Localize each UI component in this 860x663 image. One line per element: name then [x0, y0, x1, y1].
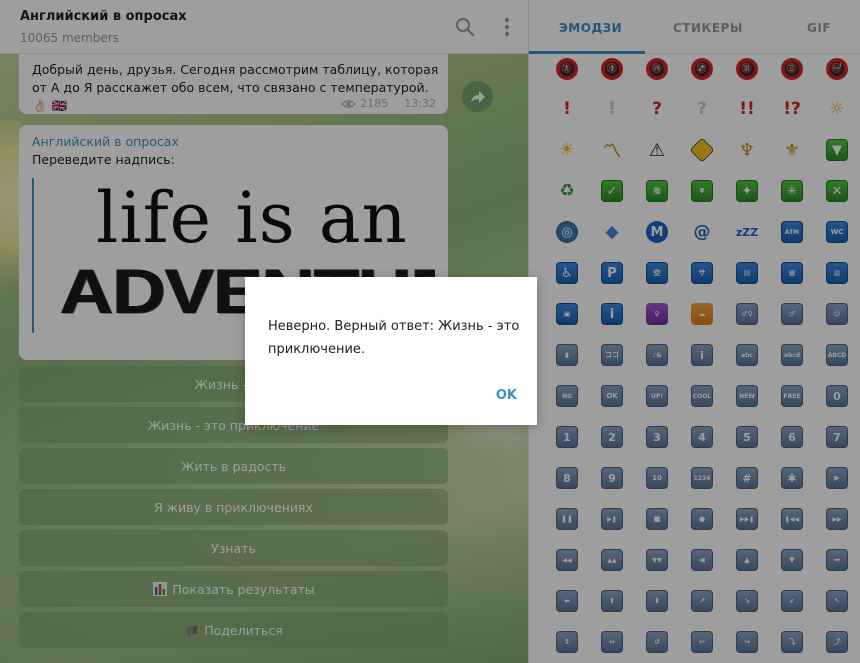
alert-dialog: Неверно. Верный ответ: Жизнь - это прикл…: [245, 277, 537, 425]
dialog-message: Неверно. Верный ответ: Жизнь - это прикл…: [268, 319, 520, 357]
ok-button[interactable]: OK: [492, 386, 521, 405]
